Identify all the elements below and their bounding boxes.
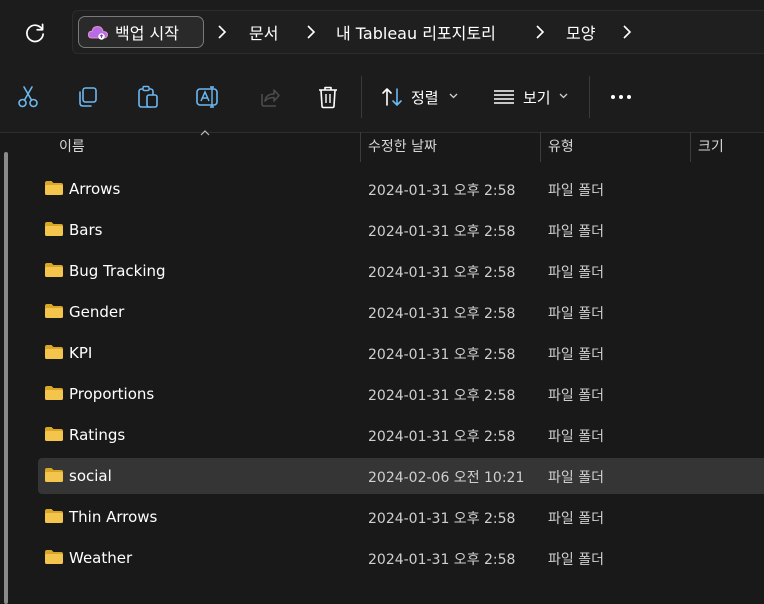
file-type: 파일 폴더 — [548, 183, 604, 199]
copy-icon[interactable] — [75, 84, 101, 110]
file-name: Bars — [69, 221, 103, 239]
chevron-right-icon[interactable] — [622, 24, 632, 40]
refresh-icon[interactable] — [22, 20, 48, 46]
file-type: 파일 폴더 — [548, 552, 604, 568]
folder-icon — [45, 468, 63, 482]
file-type: 파일 폴더 — [548, 470, 604, 486]
address-bar-area: 백업 시작 문서 내 Tableau 리포지토리 모양 — [0, 0, 764, 62]
file-name: Arrows — [69, 180, 121, 198]
file-name: social — [69, 467, 112, 485]
file-modified-date: 2024-01-31 오후 2:58 — [368, 183, 516, 199]
file-name: Ratings — [69, 426, 126, 444]
rename-icon[interactable] — [195, 84, 221, 110]
breadcrumb-documents[interactable]: 문서 — [249, 20, 278, 44]
start-backup-button[interactable]: 백업 시작 — [78, 16, 204, 48]
file-modified-date: 2024-02-06 오전 10:21 — [368, 470, 525, 486]
sort-indicator-icon — [200, 130, 210, 136]
folder-icon — [45, 304, 63, 318]
delete-icon[interactable] — [315, 84, 341, 110]
chevron-down-icon[interactable] — [559, 93, 568, 99]
table-row[interactable]: KPI 2024-01-31 오후 2:58 파일 폴더 — [38, 335, 764, 371]
chevron-down-icon[interactable] — [449, 93, 458, 99]
file-type: 파일 폴더 — [548, 429, 604, 445]
file-name: Proportions — [69, 385, 155, 403]
folder-icon — [45, 181, 63, 195]
chevron-right-icon[interactable] — [217, 24, 227, 40]
column-header-type[interactable]: 유형 — [548, 136, 574, 156]
file-type: 파일 폴더 — [548, 388, 604, 404]
vertical-scrollbar[interactable] — [4, 152, 8, 604]
file-type: 파일 폴더 — [548, 265, 604, 281]
start-backup-label: 백업 시작 — [115, 24, 179, 43]
view-icon[interactable] — [491, 84, 517, 110]
folder-icon — [45, 386, 63, 400]
file-modified-date: 2024-01-31 오후 2:58 — [368, 511, 516, 527]
file-name: Gender — [69, 303, 125, 321]
file-type: 파일 폴더 — [548, 224, 604, 240]
file-name: KPI — [69, 344, 93, 362]
column-header-name[interactable]: 이름 — [59, 136, 85, 156]
file-modified-date: 2024-01-31 오후 2:58 — [368, 265, 516, 281]
command-bar: 정렬 보기 — [0, 62, 764, 132]
column-divider[interactable] — [360, 132, 361, 162]
column-divider[interactable] — [540, 132, 541, 162]
chevron-right-icon[interactable] — [306, 24, 316, 40]
table-row[interactable]: Thin Arrows 2024-01-31 오후 2:58 파일 폴더 — [38, 499, 764, 535]
table-row[interactable]: Bug Tracking 2024-01-31 오후 2:58 파일 폴더 — [38, 253, 764, 289]
file-modified-date: 2024-01-31 오후 2:58 — [368, 429, 516, 445]
table-row[interactable]: Bars 2024-01-31 오후 2:58 파일 폴더 — [38, 212, 764, 248]
file-modified-date: 2024-01-31 오후 2:58 — [368, 224, 516, 240]
breadcrumb-shapes[interactable]: 모양 — [566, 20, 595, 44]
file-modified-date: 2024-01-31 오후 2:58 — [368, 306, 516, 322]
column-divider[interactable] — [690, 132, 691, 162]
more-icon[interactable] — [608, 84, 634, 110]
folder-icon — [45, 263, 63, 277]
paste-icon[interactable] — [135, 84, 161, 110]
table-row[interactable]: Arrows 2024-01-31 오후 2:58 파일 폴더 — [38, 171, 764, 207]
file-name: Thin Arrows — [69, 508, 158, 526]
toolbar-separator — [589, 76, 590, 118]
file-type: 파일 폴더 — [548, 306, 604, 322]
folder-icon — [45, 345, 63, 359]
file-type: 파일 폴더 — [548, 347, 604, 363]
chevron-right-icon[interactable] — [535, 24, 545, 40]
folder-icon — [45, 222, 63, 236]
file-modified-date: 2024-01-31 오후 2:58 — [368, 552, 516, 568]
table-row[interactable]: Ratings 2024-01-31 오후 2:58 파일 폴더 — [38, 417, 764, 453]
toolbar-separator — [361, 76, 362, 118]
cloud-backup-icon — [87, 25, 109, 40]
table-row[interactable]: Proportions 2024-01-31 오후 2:58 파일 폴더 — [38, 376, 764, 412]
file-name: Weather — [69, 549, 133, 567]
sort-button-label[interactable]: 정렬 — [411, 87, 439, 108]
table-row[interactable]: social 2024-02-06 오전 10:21 파일 폴더 — [38, 458, 764, 494]
cut-icon[interactable] — [15, 84, 41, 110]
view-button-label[interactable]: 보기 — [523, 87, 551, 108]
sort-icon[interactable] — [380, 84, 406, 110]
file-type: 파일 폴더 — [548, 511, 604, 527]
folder-icon — [45, 509, 63, 523]
file-modified-date: 2024-01-31 오후 2:58 — [368, 347, 516, 363]
file-name: Bug Tracking — [69, 262, 166, 280]
file-modified-date: 2024-01-31 오후 2:58 — [368, 388, 516, 404]
table-row[interactable]: Gender 2024-01-31 오후 2:58 파일 폴더 — [38, 294, 764, 330]
column-header-size[interactable]: 크기 — [698, 136, 724, 156]
table-row[interactable]: Weather 2024-01-31 오후 2:58 파일 폴더 — [38, 540, 764, 576]
breadcrumb-tableau-repository[interactable]: 내 Tableau 리포지토리 — [336, 20, 496, 44]
column-header-modified[interactable]: 수정한 날짜 — [368, 136, 437, 156]
folder-icon — [45, 550, 63, 564]
folder-icon — [45, 427, 63, 441]
share-icon[interactable] — [256, 84, 282, 110]
